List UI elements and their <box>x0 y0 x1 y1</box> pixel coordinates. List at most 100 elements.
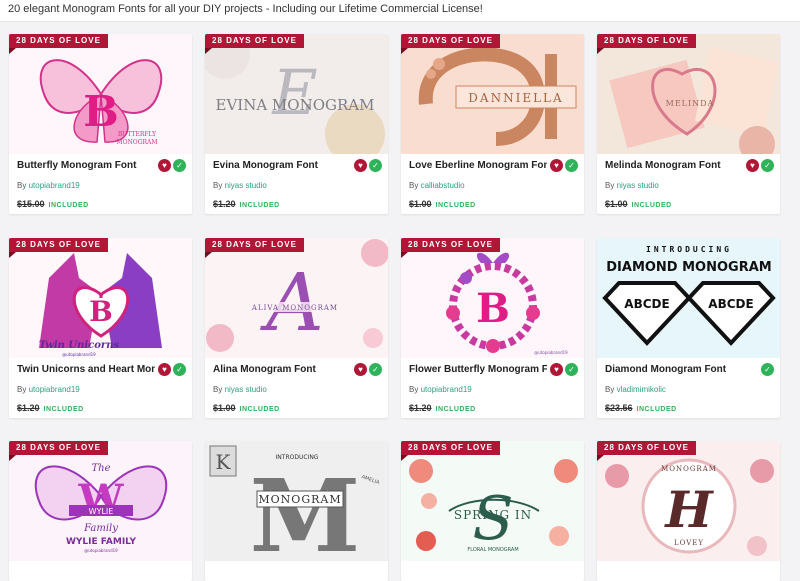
product-title[interactable]: Evina Monogram Font <box>213 160 351 174</box>
old-price: $1.20 <box>409 403 432 413</box>
product-title[interactable]: Melinda Monogram Font <box>605 160 743 174</box>
svg-text:SPRING IN: SPRING IN <box>454 508 532 522</box>
author-link[interactable]: niyas studio <box>225 181 267 190</box>
product-title[interactable]: Diamond Monogram Font <box>605 364 743 378</box>
svg-text:Family: Family <box>83 523 118 534</box>
author-link[interactable]: niyas studio <box>617 181 659 190</box>
product-title[interactable]: Love Eberline Monogram Font <box>409 160 547 174</box>
heart-icon[interactable]: ♥ <box>354 363 367 376</box>
eberline-monogram-artwork: DANNIELLA <box>418 47 577 146</box>
heart-icon[interactable]: ♥ <box>354 159 367 172</box>
promo-ribbon: 28 DAYS OF LOVE <box>9 34 108 54</box>
product-card-twin-unicorns-monogram[interactable]: B Twin Unicorns @utopiabrand19 28 DAYS O… <box>9 238 192 418</box>
svg-text:AMELIA: AMELIA <box>361 474 381 486</box>
spring-in-artwork: S SPRING IN FLORAL MONOGRAM <box>409 459 578 554</box>
product-thumbnail[interactable]: B @utopiabrand19 <box>401 238 584 358</box>
author-link[interactable]: utopiabrand19 <box>29 181 80 190</box>
product-thumbnail[interactable]: S SPRING IN FLORAL MONOGRAM <box>401 441 584 561</box>
product-title[interactable]: Twin Unicorns and Heart Monogram Font <box>17 364 155 378</box>
promo-ribbon: 28 DAYS OF LOVE <box>9 441 108 461</box>
product-thumbnail[interactable]: MONOGRAM H LOVEY <box>597 441 780 561</box>
product-thumbnail[interactable]: MELINDA <box>597 34 780 154</box>
author-link[interactable]: calliabstudio <box>421 181 465 190</box>
product-thumbnail[interactable]: A ALIVA MONOGRAM <box>205 238 388 358</box>
promo-ribbon: 28 DAYS OF LOVE <box>401 34 500 54</box>
product-card-melinda-monogram[interactable]: MELINDA 28 DAYS OF LOVE Melinda Monogram… <box>597 34 780 214</box>
product-card-alina-monogram[interactable]: A ALIVA MONOGRAM 28 DAYS OF LOVE Alina M… <box>205 238 388 418</box>
check-icon: ✓ <box>565 159 578 172</box>
included-badge: INCLUDED <box>636 406 677 413</box>
check-icon: ✓ <box>369 363 382 376</box>
svg-text:DIAMOND MONOGRAM: DIAMOND MONOGRAM <box>606 260 771 275</box>
author-link[interactable]: utopiabrand19 <box>421 385 472 394</box>
svg-text:@utopiabrand19: @utopiabrand19 <box>62 352 96 357</box>
old-price: $1.20 <box>17 403 40 413</box>
product-thumbnail[interactable]: INTRODUCING DIAMOND MONOGRAM ABCDE ABCDE <box>597 238 780 358</box>
svg-text:EVINA MONOGRAM: EVINA MONOGRAM <box>216 96 375 114</box>
product-grid: B BUTTERFLY MONOGRAM 28 DAYS OF LOVE But… <box>0 0 800 581</box>
old-price: $1.00 <box>213 403 236 413</box>
author-link[interactable]: vladimimikolic <box>617 385 666 394</box>
check-icon: ✓ <box>369 159 382 172</box>
included-badge: INCLUDED <box>43 406 84 413</box>
heart-icon[interactable]: ♥ <box>158 159 171 172</box>
product-thumbnail[interactable]: B BUTTERFLY MONOGRAM <box>9 34 192 154</box>
art-letter: B <box>83 87 119 136</box>
heart-icon[interactable]: ♥ <box>746 159 759 172</box>
included-badge: INCLUDED <box>239 406 280 413</box>
old-price: $1.00 <box>605 199 628 209</box>
heart-icon[interactable]: ♥ <box>158 363 171 376</box>
product-author: By niyas studio <box>213 181 267 190</box>
product-thumbnail[interactable]: The W WYLIE Family WYLIE FAMILY @utopiab… <box>9 441 192 561</box>
product-price: $1.20 INCLUDED <box>213 199 280 209</box>
product-card-evina-monogram[interactable]: E EVINA MONOGRAM 28 DAYS OF LOVE Evina M… <box>205 34 388 214</box>
product-author: By utopiabrand19 <box>409 385 472 394</box>
svg-text:DANNIELLA: DANNIELLA <box>468 91 563 105</box>
heart-icon[interactable]: ♥ <box>550 363 563 376</box>
lovey-monogram-artwork: MONOGRAM H LOVEY <box>605 458 774 556</box>
promo-ribbon: 28 DAYS OF LOVE <box>205 238 304 258</box>
product-thumbnail[interactable]: K INTRODUCING M MONOGRAM AMELIA <box>205 441 388 561</box>
check-icon: ✓ <box>761 363 774 376</box>
svg-text:ABCDE: ABCDE <box>708 297 753 311</box>
author-link[interactable]: utopiabrand19 <box>29 385 80 394</box>
heart-icon[interactable]: ♥ <box>550 159 563 172</box>
svg-text:The: The <box>91 463 110 474</box>
product-card-butterfly-monogram[interactable]: B BUTTERFLY MONOGRAM 28 DAYS OF LOVE But… <box>9 34 192 214</box>
product-price: $15.00 INCLUDED <box>17 199 89 209</box>
svg-text:INTRODUCING: INTRODUCING <box>646 245 732 254</box>
product-card-diamond-monogram[interactable]: INTRODUCING DIAMOND MONOGRAM ABCDE ABCDE… <box>597 238 780 418</box>
product-card-monogram-split[interactable]: K INTRODUCING M MONOGRAM AMELIA <box>205 441 388 581</box>
melinda-monogram-artwork: MELINDA <box>609 47 779 154</box>
product-price: $1.20 INCLUDED <box>17 403 84 413</box>
svg-text:K: K <box>216 450 232 474</box>
check-icon: ✓ <box>173 363 186 376</box>
svg-text:WYLIE: WYLIE <box>89 507 114 516</box>
product-title[interactable]: Flower Butterfly Monogram Font <box>409 364 547 378</box>
alina-monogram-artwork: A ALIVA MONOGRAM <box>206 239 388 352</box>
butterfly-monogram-artwork: B BUTTERFLY MONOGRAM <box>39 59 163 146</box>
svg-text:BUTTERFLY: BUTTERFLY <box>118 131 157 138</box>
art-letter: B <box>89 295 113 328</box>
product-author: By niyas studio <box>213 385 267 394</box>
old-price: $1.00 <box>409 199 432 209</box>
product-card-flower-butterfly-monogram[interactable]: B @utopiabrand19 28 DAYS OF LOVE Flower … <box>401 238 584 418</box>
product-card-lovey-monogram[interactable]: MONOGRAM H LOVEY 28 DAYS OF LOVE <box>597 441 780 581</box>
product-thumbnail[interactable]: DANNIELLA <box>401 34 584 154</box>
product-card-wylie-family[interactable]: The W WYLIE Family WYLIE FAMILY @utopiab… <box>9 441 192 581</box>
product-thumbnail[interactable]: B Twin Unicorns @utopiabrand19 <box>9 238 192 358</box>
flower-butterfly-artwork: B @utopiabrand19 <box>446 252 568 355</box>
product-thumbnail[interactable]: E EVINA MONOGRAM <box>205 34 388 154</box>
author-link[interactable]: niyas studio <box>225 385 267 394</box>
product-author: By utopiabrand19 <box>17 385 80 394</box>
svg-text:WYLIE FAMILY: WYLIE FAMILY <box>66 537 137 547</box>
check-icon: ✓ <box>761 159 774 172</box>
product-title[interactable]: Alina Monogram Font <box>213 364 351 378</box>
art-letter: H <box>663 480 714 539</box>
product-title[interactable]: Butterfly Monogram Font <box>17 160 155 174</box>
included-badge: INCLUDED <box>239 202 280 209</box>
product-card-spring-in[interactable]: S SPRING IN FLORAL MONOGRAM 28 DAYS OF L… <box>401 441 584 581</box>
art-letter: B <box>476 285 510 332</box>
product-card-love-eberline-monogram[interactable]: DANNIELLA 28 DAYS OF LOVE Love Eberline … <box>401 34 584 214</box>
svg-text:MONOGRAM: MONOGRAM <box>258 493 341 506</box>
